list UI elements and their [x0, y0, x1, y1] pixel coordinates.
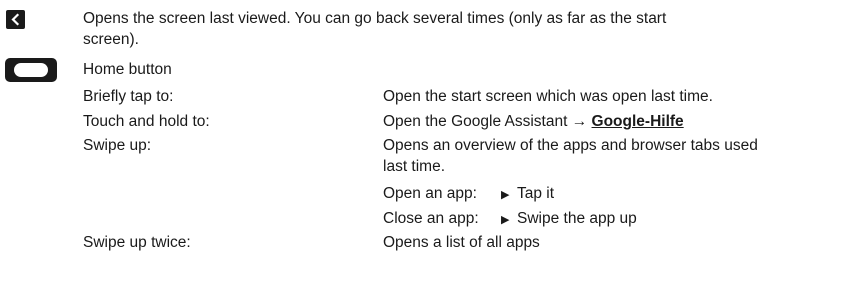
swipe-up-description-line-2: last time. — [383, 158, 446, 175]
swipe-up-label: Swipe up: — [83, 137, 152, 154]
open-app-label: Open an app: — [383, 185, 477, 202]
open-app-action-text: Tap it — [517, 185, 555, 202]
home-button-title: Home button — [83, 61, 172, 78]
close-app-action: ▶ Swipe the app up — [501, 209, 637, 230]
briefly-tap-label: Briefly tap to: — [83, 88, 174, 105]
chevron-left-icon — [6, 10, 25, 29]
close-app-action-text: Swipe the app up — [517, 210, 637, 227]
close-app-label: Close an app: — [383, 210, 479, 227]
touch-hold-label: Touch and hold to: — [83, 113, 210, 130]
briefly-tap-description: Open the start screen which was open las… — [383, 88, 713, 105]
open-app-action: ▶ Tap it — [501, 184, 554, 205]
triangle-right-icon: ▶ — [501, 189, 510, 201]
swipe-up-description-line-1: Opens an overview of the apps and browse… — [383, 137, 758, 154]
home-button-icon — [5, 58, 57, 82]
touch-hold-description: Open the Google Assistant → Google-Hilfe — [383, 112, 684, 132]
swipe-twice-label: Swipe up twice: — [83, 234, 191, 251]
arrow-right-icon: → — [571, 113, 588, 130]
triangle-right-icon: ▶ — [501, 214, 510, 226]
google-help-link[interactable]: Google-Hilfe — [592, 113, 684, 130]
back-description-line-2: screen). — [83, 31, 139, 48]
back-description-line-1: Opens the screen last viewed. You can go… — [83, 10, 667, 27]
swipe-twice-description: Opens a list of all apps — [383, 234, 540, 251]
touch-hold-text: Open the Google Assistant — [383, 113, 568, 130]
